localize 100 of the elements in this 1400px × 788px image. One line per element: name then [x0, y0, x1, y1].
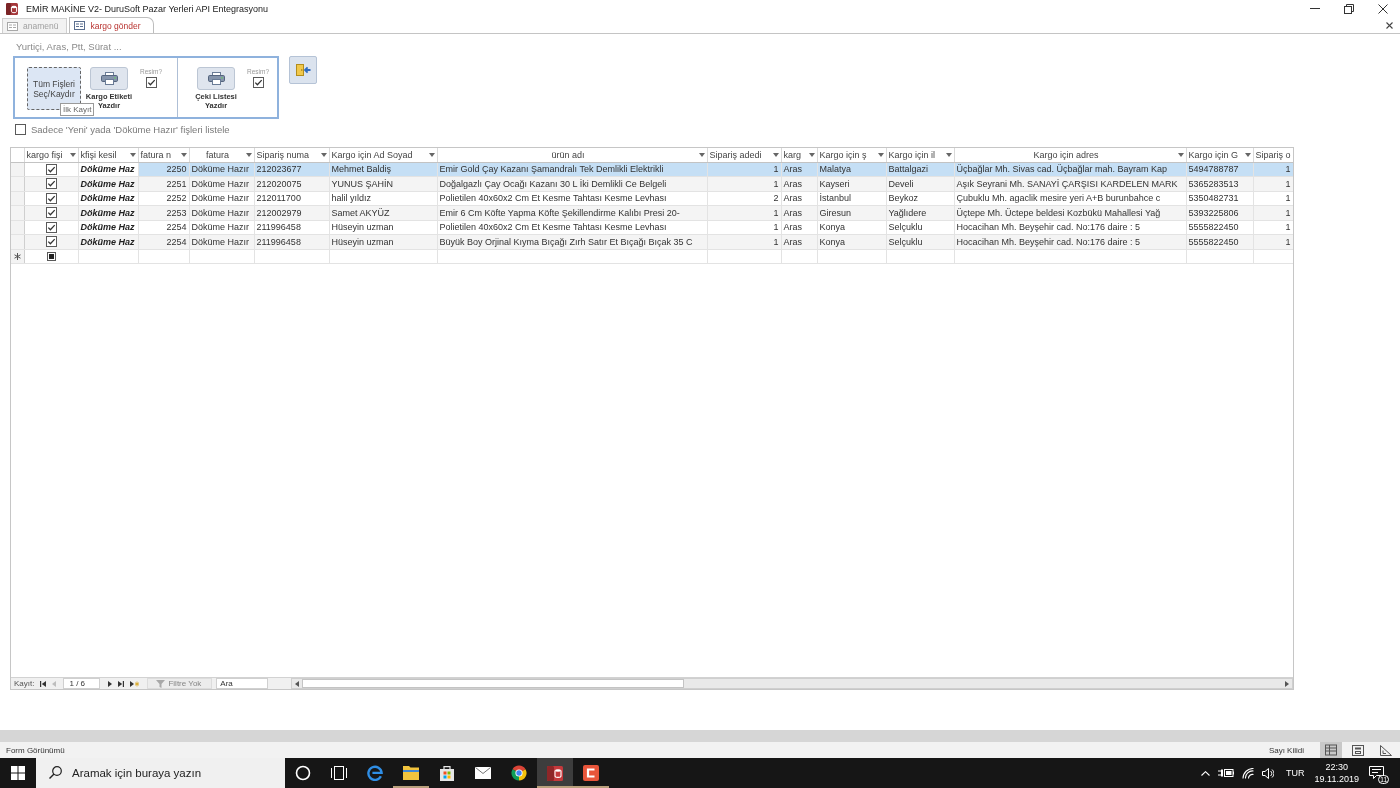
printer-icon	[100, 72, 118, 85]
close-icon[interactable]	[1378, 3, 1388, 14]
last-record-icon[interactable]	[118, 680, 125, 687]
table-cell: 2	[707, 191, 781, 206]
door-arrow-icon	[295, 63, 311, 77]
form-view-icon[interactable]	[1320, 742, 1342, 758]
window-title: EMİR MAKİNE V2- DuruSoft Pazar Yerleri API Entegrasyonu	[26, 3, 269, 14]
envelope-icon	[475, 767, 491, 779]
caret-icon	[1244, 152, 1251, 157]
chevron-up-icon[interactable]	[1201, 770, 1211, 776]
checkbox[interactable]	[15, 124, 26, 135]
checkbox[interactable]	[145, 77, 157, 88]
color-wheel-icon	[511, 765, 527, 781]
caret-icon	[129, 152, 136, 157]
app-logo-icon	[6, 2, 18, 15]
table-cell: 2254	[138, 220, 189, 235]
table-cell: Döküme Hazır	[189, 220, 254, 235]
table-cell: Hocacihan Mh. Beyşehir cad. No:176 daire : 5	[954, 220, 1186, 235]
table-row[interactable]: Döküme Haz 2253 Döküme Hazır 212002979 Samet AKYÜZ Emir 6 Cm Köfte Yapma Köfte Şekillendirme Kalıbı Presi 20- 1 Aras Giresun Yağlıdere Üçtepe Mh. Üctepe beldesi Kozbükü Mahallesi Yağ 5393225806 1	[11, 205, 1293, 220]
column-header[interactable]: fatura	[189, 148, 254, 162]
checkbox[interactable]	[45, 236, 57, 248]
table-cell: Konya	[817, 220, 886, 235]
column-header[interactable]: Sipariş numa	[254, 148, 329, 162]
table-row[interactable]: Döküme Haz 2250 Döküme Hazır 212023677 Mehmet Baldiş Emir Gold Çay Kazanı Şamandralı Tek Demlikli Elektrikli 1 Aras Malatya Battalgazi Üçbağlar Mh. Sivas cad. Üçbağlar mah. Bayram Kap 5494788787 1	[11, 162, 1293, 177]
caret-icon	[180, 152, 187, 157]
checkbox[interactable]	[45, 221, 57, 233]
table-cell: 212011700	[254, 191, 329, 206]
close-icon[interactable]	[1386, 21, 1393, 29]
taskbar-search-field[interactable]: Aramak için buraya yazın	[36, 758, 285, 788]
print-button[interactable]	[197, 67, 235, 90]
column-header[interactable]: kargo fişi	[24, 148, 78, 162]
caret-icon	[877, 152, 884, 157]
shopping-bag-icon	[439, 765, 455, 781]
caret-icon	[320, 152, 327, 157]
column-header[interactable]: Sipariş o	[1253, 148, 1293, 162]
database-app-icon	[547, 765, 563, 781]
windows-logo-icon[interactable]	[11, 766, 25, 780]
scrollbar-thumb[interactable]	[302, 679, 685, 688]
caret-icon	[698, 152, 705, 157]
checkbox[interactable]	[45, 163, 57, 175]
scroll-right-icon[interactable]	[1285, 680, 1289, 687]
table-cell: Döküme Haz	[78, 220, 138, 235]
table-row[interactable]: Döküme Haz 2252 Döküme Hazır 212011700 halil yıldız Polietilen 40x60x2 Cm Et Kesme Tahtası Kesme Levhası 2 Aras İstanbul Beykoz Çubuklu Mh. agaclik mesire yeri A+B burunbahce c 5350482731 1	[11, 191, 1293, 206]
table-cell: Döküme Haz	[78, 191, 138, 206]
table-row[interactable]: Döküme Haz 2254 Döküme Hazır 211996458 Hüseyin uzman Büyük Boy Orjinal Kıyma Bıçağı Zırh Satır Et Bıçağı Bıçak 35 C 1 Aras Konya Selçuklu Hocacihan Mh. Beyşehir cad. No:176 daire : 5 5555822450 1	[11, 234, 1293, 249]
navigation-label: Kayıt:	[14, 679, 35, 688]
first-record-icon[interactable]	[40, 680, 47, 687]
language-indicator[interactable]: TUR	[1286, 768, 1305, 778]
next-record-icon[interactable]	[108, 680, 113, 687]
table-cell: Aras	[781, 191, 817, 206]
printer-icon	[207, 72, 225, 85]
column-header[interactable]: Kargo için G	[1186, 148, 1253, 162]
table-cell: 1	[1253, 220, 1293, 235]
checkbox[interactable]	[252, 77, 264, 88]
status-text: Form Görünümü	[6, 745, 65, 755]
search-field[interactable]: Ara	[216, 678, 269, 689]
search-icon	[49, 766, 62, 779]
checkbox[interactable]	[45, 207, 57, 219]
column-header[interactable]: Kargo için adres	[954, 148, 1186, 162]
form-icon	[74, 21, 86, 30]
column-header[interactable]: ürün adı	[437, 148, 707, 162]
battery-plug-icon[interactable]	[1218, 768, 1235, 778]
column-header[interactable]: kfişi kesil	[78, 148, 138, 162]
wifi-icon[interactable]	[1242, 767, 1255, 779]
folder-icon	[403, 766, 419, 780]
column-header[interactable]: fatura n	[138, 148, 189, 162]
speaker-icon[interactable]	[1262, 767, 1275, 779]
design-view-icon[interactable]	[1380, 744, 1392, 756]
print-button[interactable]	[90, 67, 128, 90]
column-header[interactable]: Sipariş adedi	[707, 148, 781, 162]
checkbox[interactable]	[46, 251, 56, 261]
table-cell: İstanbul	[817, 191, 886, 206]
scroll-left-icon[interactable]	[295, 680, 300, 687]
table-cell: Döküme Hazır	[189, 191, 254, 206]
table-cell: Polietilen 40x60x2 Cm Et Kesme Tahtası Kesme Levhası	[437, 220, 707, 235]
table-cell: halil yıldız	[329, 191, 437, 206]
column-header[interactable]: karg	[781, 148, 817, 162]
caret-icon	[808, 152, 815, 157]
clock-date[interactable]: 19.11.2019	[1314, 773, 1359, 785]
new-record-icon[interactable]	[130, 680, 140, 687]
caret-icon	[772, 152, 779, 157]
table-row[interactable]: Döküme Haz 2251 Döküme Hazır 212020075 YUNUS ŞAHİN Doğalgazlı Çay Ocağı Kazanı 30 L İki Demlikli Ce Belgeli 1 Aras Kayseri Develi Aşık Seyrani Mh. SANAYİ ÇARŞISI KARDELEN MARK 5365283513 1	[11, 176, 1293, 191]
checkbox[interactable]	[45, 178, 57, 190]
tab[interactable]: kargo gönder	[69, 17, 154, 33]
table-cell: Döküme Haz	[78, 162, 138, 177]
layout-view-icon[interactable]	[1352, 744, 1364, 756]
caret-icon	[428, 152, 435, 157]
table-cell: 5555822450	[1186, 220, 1253, 235]
checkbox[interactable]	[45, 192, 57, 204]
restore-icon[interactable]	[1344, 3, 1354, 14]
column-header[interactable]: Kargo için il	[886, 148, 954, 162]
table-cell: 1	[707, 220, 781, 235]
filter-option-label: Sadece 'Yeni' yada 'Döküme Hazır' fişleri listele	[31, 124, 230, 135]
clock-time[interactable]: 22:30	[1325, 761, 1349, 773]
column-header[interactable]: Kargo için Ad Soyad	[329, 148, 437, 162]
exit-button[interactable]	[289, 56, 317, 84]
table-row[interactable]: Döküme Haz 2254 Döküme Hazır 211996458 Hüseyin uzman Polietilen 40x60x2 Cm Et Kesme Tahtası Kesme Levhası 1 Aras Konya Selçuklu Hocacihan Mh. Beyşehir cad. No:176 daire : 5 5555822450 1	[11, 220, 1293, 235]
column-header[interactable]: Kargo için ş	[817, 148, 886, 162]
task-view-icon	[331, 765, 347, 781]
record-position-field[interactable]: 1 / 6	[63, 678, 101, 689]
